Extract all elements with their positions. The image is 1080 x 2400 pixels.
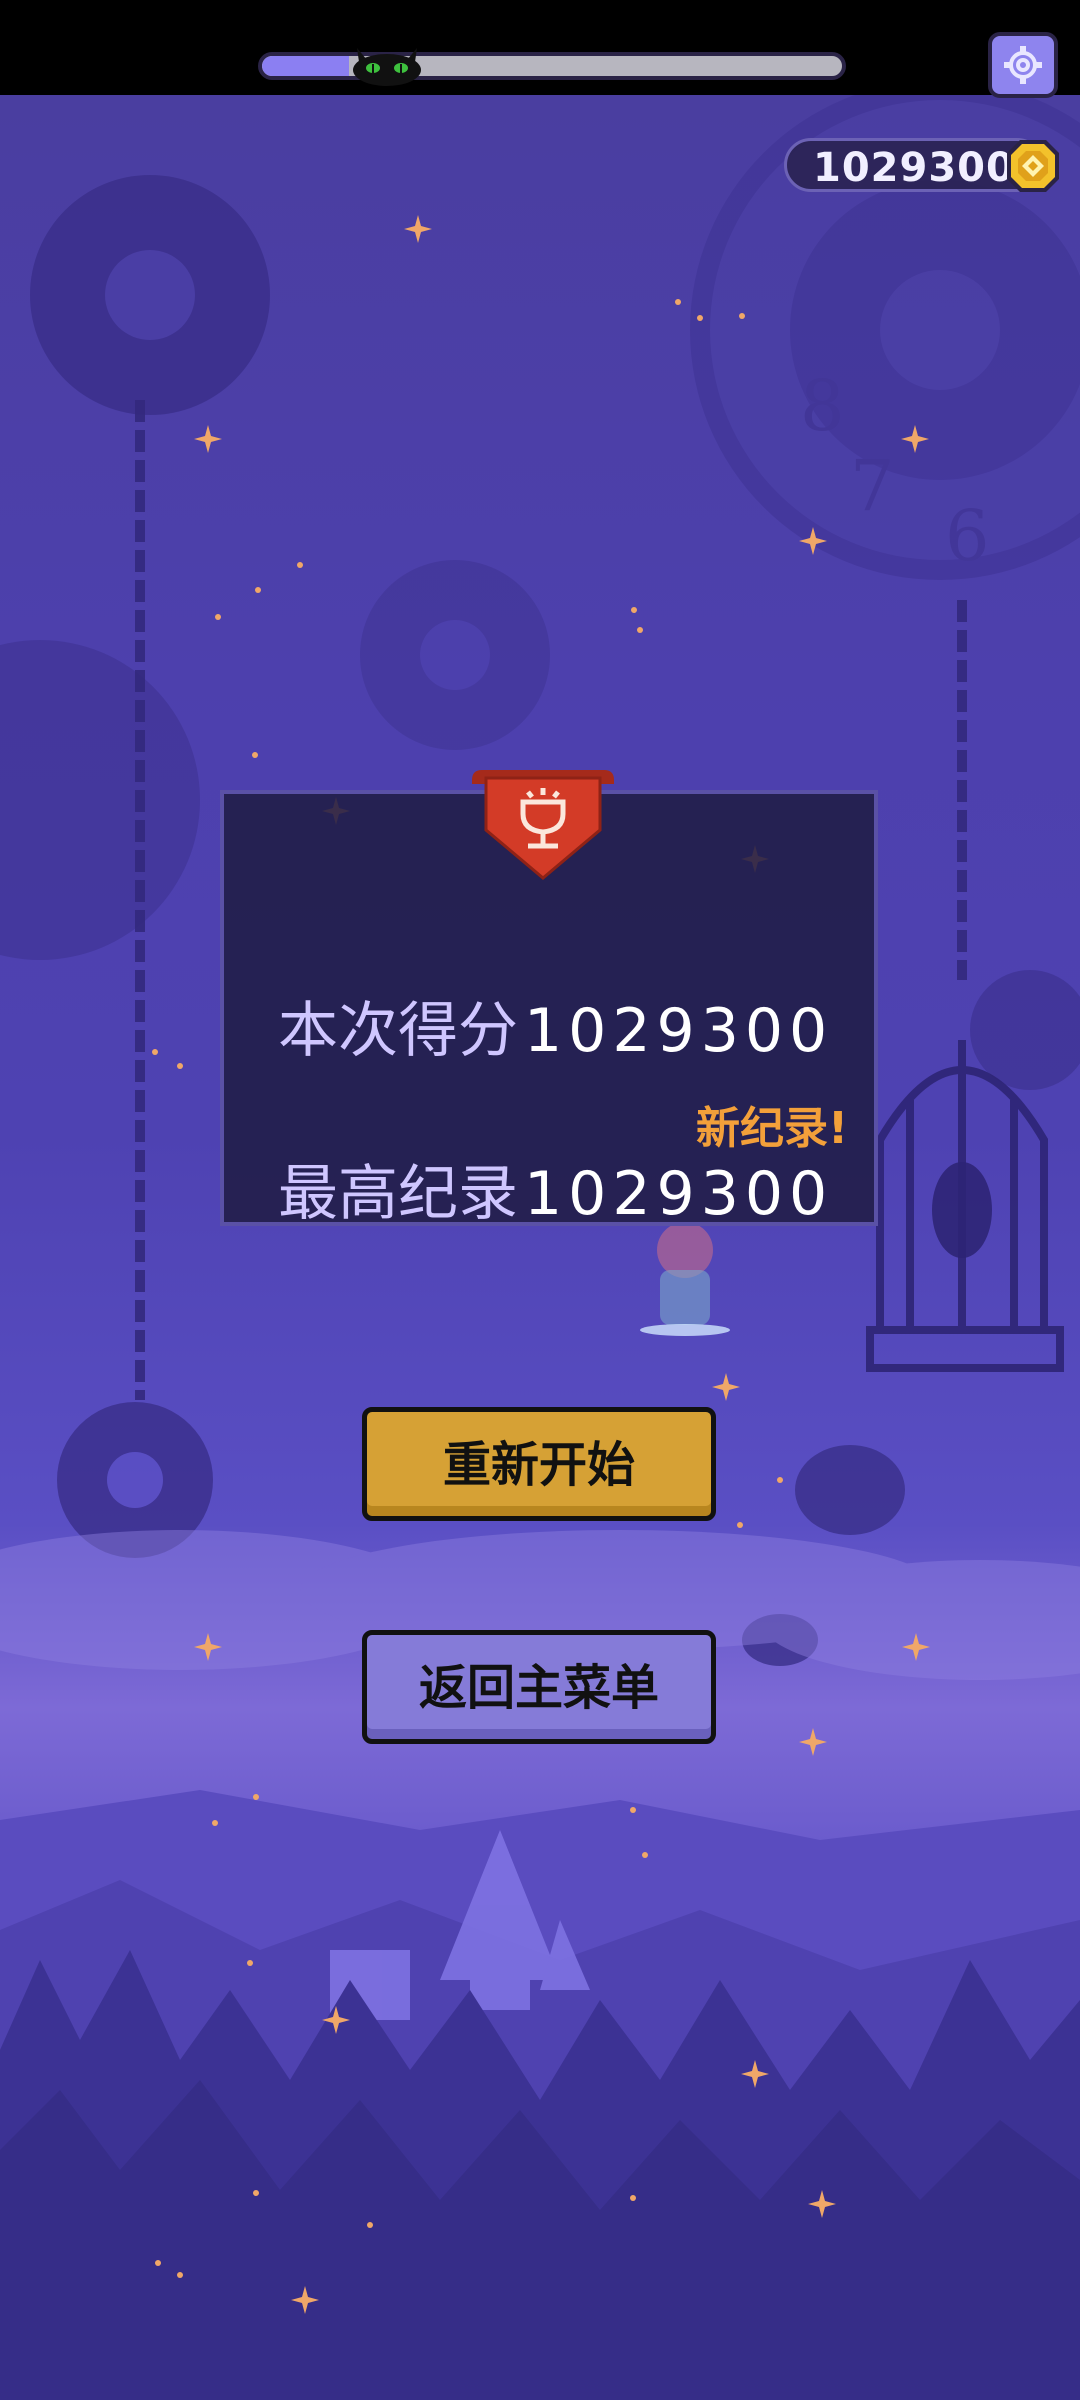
- current-score-row: 本次得分 1029300: [278, 982, 833, 1069]
- main-menu-button[interactable]: 返回主菜单: [362, 1630, 716, 1744]
- best-score-value: 1029300: [524, 1159, 834, 1229]
- current-score-value: 1029300: [524, 996, 834, 1066]
- level-progress-fill: [262, 56, 349, 76]
- restart-button[interactable]: 重新开始: [362, 1407, 716, 1521]
- coin-count: 1029300: [813, 145, 1015, 191]
- black-cat-icon: [353, 48, 421, 86]
- restart-button-label: 重新开始: [442, 1437, 635, 1493]
- gold-coin-icon: [1007, 140, 1059, 192]
- svg-text:7: 7: [850, 445, 895, 527]
- game-scene: 8 7 6: [0, 95, 1080, 2400]
- trophy-ribbon: [472, 770, 614, 880]
- gear-icon: [1004, 46, 1042, 84]
- best-score-row: 最高纪录 1029300: [278, 1145, 833, 1232]
- svg-text:8: 8: [800, 365, 845, 447]
- status-bar: [0, 0, 1080, 95]
- main-menu-button-label: 返回主菜单: [418, 1660, 659, 1716]
- svg-text:6: 6: [945, 495, 990, 577]
- background-art: 8 7 6: [0, 95, 1080, 2400]
- best-score-label: 最高纪录: [278, 1159, 518, 1229]
- settings-button[interactable]: [988, 32, 1058, 98]
- current-score-label: 本次得分: [278, 996, 518, 1066]
